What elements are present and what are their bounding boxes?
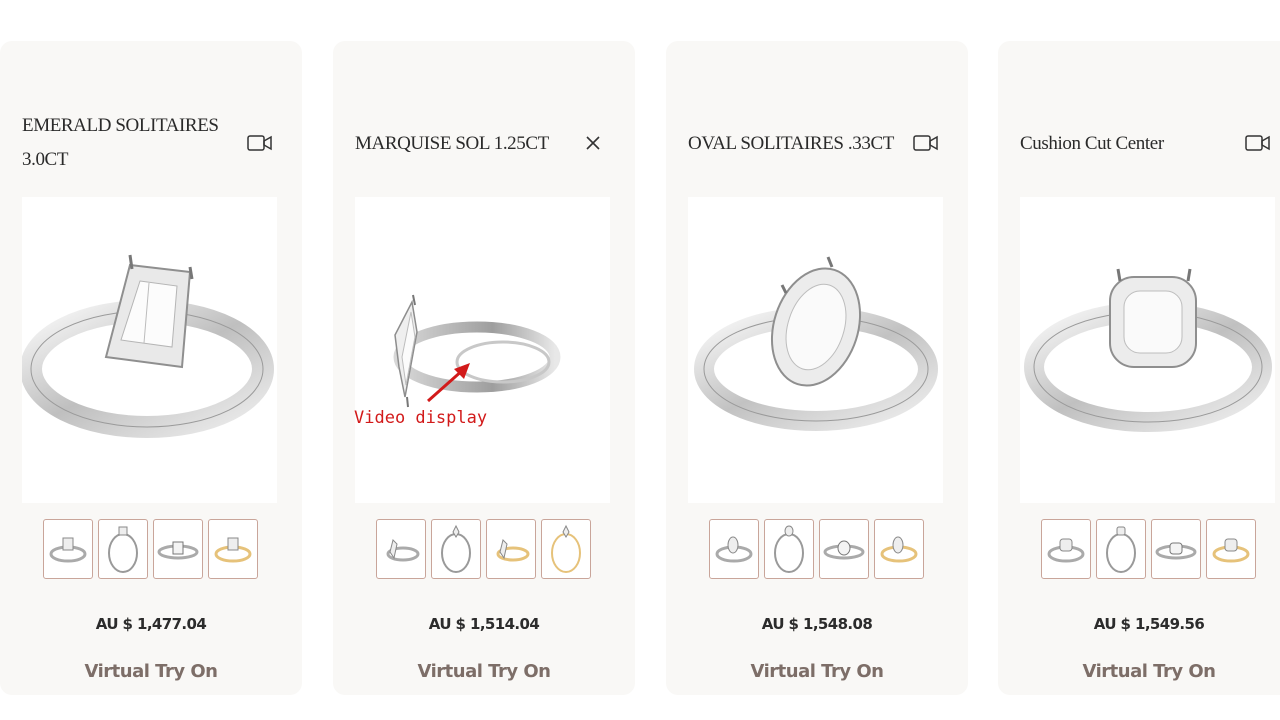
thumbnail-angle-view[interactable] — [709, 519, 759, 579]
product-title[interactable]: EMERALD SOLITAIRES 3.0CT — [22, 109, 232, 177]
product-title-line2: 3.0CT — [22, 149, 69, 170]
product-price: AU $ 1,477.04 — [95, 615, 207, 633]
thumbnail-gold-view[interactable] — [874, 519, 924, 579]
thumbnail-side-view[interactable] — [819, 519, 869, 579]
thumbnail-strip — [43, 519, 258, 579]
thumbnail-gold-view[interactable] — [1206, 519, 1256, 579]
thumbnail-front-view[interactable] — [764, 519, 814, 579]
annotation-label: Video display — [354, 408, 488, 428]
product-price: AU $ 1,549.56 — [1093, 615, 1205, 633]
product-image[interactable] — [688, 197, 943, 503]
product-card-cushion: Cushion Cut Center AU $ 1,549.56 Virtual… — [998, 41, 1280, 695]
product-title[interactable]: OVAL SOLITAIRES .33CT — [688, 127, 898, 161]
thumbnail-side-view[interactable] — [1151, 519, 1201, 579]
product-card-marquise: MARQUISE SOL 1.25CT AU $ 1,514.04 Virtua… — [333, 41, 635, 695]
annotation-arrow — [427, 363, 470, 403]
product-image[interactable] — [22, 197, 277, 503]
thumbnail-gold-front-view[interactable] — [541, 519, 591, 579]
product-price: AU $ 1,514.04 — [428, 615, 540, 633]
close-icon[interactable] — [580, 132, 606, 154]
thumbnail-angle-view[interactable] — [376, 519, 426, 579]
thumbnail-side-view[interactable] — [153, 519, 203, 579]
product-video[interactable] — [355, 197, 610, 503]
product-title-line1: Cushion Cut Center — [1020, 133, 1164, 154]
video-camera-icon[interactable] — [247, 132, 273, 154]
product-title-line1: OVAL SOLITAIRES .33CT — [688, 133, 894, 154]
product-title[interactable]: MARQUISE SOL 1.25CT — [355, 127, 565, 161]
thumbnail-front-view[interactable] — [98, 519, 148, 579]
virtual-try-on-button[interactable]: Virtual Try On — [333, 661, 635, 682]
thumbnail-strip — [376, 519, 591, 579]
thumbnail-strip — [709, 519, 924, 579]
product-image[interactable] — [1020, 197, 1275, 503]
product-title[interactable]: Cushion Cut Center — [1020, 127, 1230, 161]
product-card-oval: OVAL SOLITAIRES .33CT AU $ 1,548.08 Virt… — [666, 41, 968, 695]
product-price: AU $ 1,548.08 — [761, 615, 873, 633]
video-camera-icon[interactable] — [913, 132, 939, 154]
virtual-try-on-button[interactable]: Virtual Try On — [0, 661, 302, 682]
virtual-try-on-button[interactable]: Virtual Try On — [666, 661, 968, 682]
virtual-try-on-button[interactable]: Virtual Try On — [998, 661, 1280, 682]
thumbnail-front-view[interactable] — [431, 519, 481, 579]
thumbnail-strip — [1041, 519, 1256, 579]
thumbnail-angle-view[interactable] — [43, 519, 93, 579]
product-title-line1: EMERALD SOLITAIRES — [22, 115, 219, 136]
thumbnail-front-view[interactable] — [1096, 519, 1146, 579]
thumbnail-gold-angle-view[interactable] — [486, 519, 536, 579]
thumbnail-angle-view[interactable] — [1041, 519, 1091, 579]
thumbnail-gold-view[interactable] — [208, 519, 258, 579]
product-title-line1: MARQUISE SOL 1.25CT — [355, 133, 549, 154]
product-card-emerald: EMERALD SOLITAIRES 3.0CT AU $ 1,477.04 V… — [0, 41, 302, 695]
video-camera-icon[interactable] — [1245, 132, 1271, 154]
